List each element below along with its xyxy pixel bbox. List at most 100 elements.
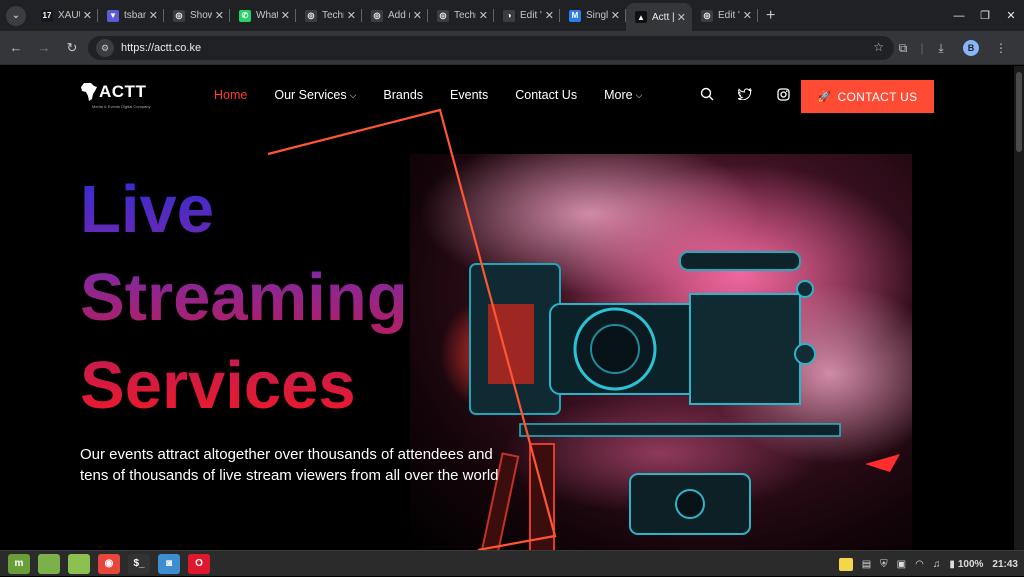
tab-close-icon[interactable]: ✕ <box>215 9 224 22</box>
nav-more-label: More <box>604 88 633 102</box>
nav-home[interactable]: Home <box>214 88 247 102</box>
battery-level: 100% <box>957 558 984 570</box>
forward-icon[interactable]: → <box>30 40 58 55</box>
globe-icon: ◎ <box>371 9 383 22</box>
tab-close-icon[interactable]: ✕ <box>281 9 290 22</box>
nav-events[interactable]: Events <box>450 88 488 102</box>
hero-description: Our events attract altogether over thous… <box>80 446 499 484</box>
site-info-icon[interactable]: ⚙ <box>96 39 114 57</box>
tab[interactable]: ◎ Edit " ✕ <box>692 0 758 31</box>
tab-close-icon[interactable]: ✕ <box>347 9 356 22</box>
nav-our-services-label: Our Services <box>274 88 347 102</box>
actt-favicon: ▲ <box>635 11 647 23</box>
menu-dots-icon[interactable]: ⋮ <box>986 41 1016 55</box>
tradingview-icon: 17 <box>41 9 53 22</box>
profile-avatar[interactable]: B <box>963 40 979 56</box>
volume-icon[interactable]: ♫ <box>933 559 941 570</box>
nav-brands[interactable]: Brands <box>383 88 423 102</box>
twitter-icon[interactable] <box>726 88 764 100</box>
tab-active[interactable]: ▲ Actt | ✕ <box>626 3 692 31</box>
new-tab-icon[interactable]: + <box>766 7 775 25</box>
download-icon[interactable]: ⤓ <box>926 41 956 56</box>
opera-icon[interactable]: O <box>188 553 210 574</box>
tab-close-icon[interactable]: ✕ <box>677 11 686 24</box>
tab-strip: ⌄ 17XAUUS✕▼tsban✕◎Show✕✆What✕◎Techr✕◎Add… <box>0 0 1024 31</box>
clock[interactable]: 21:43 <box>992 559 1018 570</box>
extensions-icon[interactable]: ⧉ <box>888 41 918 56</box>
hero-camera-image <box>410 154 912 550</box>
toolbar-actions: ⧉ | ⤓ B ⋮ <box>888 31 1016 65</box>
tab[interactable]: ✆ What ✕ <box>230 0 296 31</box>
hero-title-line: Live <box>80 166 408 254</box>
tab[interactable]: ◎ Techr✕ <box>428 0 494 31</box>
tab-close-icon[interactable]: ✕ <box>149 9 158 22</box>
tab-search-icon[interactable]: ⌄ <box>6 5 26 26</box>
shield-icon[interactable]: ⛨ <box>880 559 888 570</box>
battery-icon[interactable]: ▮ <box>949 559 955 570</box>
tab[interactable]: ◑ Edit " ✕ <box>494 0 560 31</box>
os-taskbar: m ◉ $_ ◙ O ▤ ⛨ ▣ ◠ ♫ ▮ 100% 21:43 <box>0 550 1024 576</box>
maximize-icon[interactable]: ❐ <box>972 9 998 22</box>
tab-close-icon[interactable]: ✕ <box>479 9 488 22</box>
tab[interactable]: 17 XAUUS✕ <box>32 0 98 31</box>
close-window-icon[interactable]: ✕ <box>998 9 1024 22</box>
address-bar[interactable]: ⚙ https://actt.co.ke ☆ <box>88 36 894 60</box>
nav-contact-us[interactable]: Contact Us <box>515 88 577 102</box>
nav-icon-group <box>688 87 802 101</box>
scrollbar-thumb[interactable] <box>1016 72 1022 152</box>
nav-our-services[interactable]: Our Services ⌵ <box>274 88 356 102</box>
page-scrollbar[interactable] <box>1014 66 1024 550</box>
globe-icon: ◎ <box>305 9 317 22</box>
minimize-icon[interactable]: — <box>946 10 972 22</box>
tab-title: Edit " <box>520 10 542 21</box>
hero-title: Live Streaming Services <box>80 166 408 430</box>
globe-icon: ◎ <box>173 9 185 22</box>
wordpress-icon: ◑ <box>503 9 515 22</box>
tab-close-icon[interactable]: ✕ <box>611 9 620 22</box>
folder-icon[interactable] <box>68 553 90 574</box>
rocket-icon: 🚀 <box>817 91 832 103</box>
site-logo[interactable]: ACTT Media & Events Digital Company <box>80 82 150 109</box>
reload-icon[interactable]: ↻ <box>58 40 86 56</box>
search-icon[interactable] <box>688 87 726 101</box>
nav-more[interactable]: More ⌵ <box>604 88 642 102</box>
tab[interactable]: ◎ Techr✕ <box>296 0 362 31</box>
hero-title-line: Services <box>80 342 408 430</box>
tab-close-icon[interactable]: ✕ <box>413 9 422 22</box>
tab-title: Actt | <box>652 11 674 23</box>
web-page: ACTT Media & Events Digital Company Home… <box>0 66 1014 550</box>
tab-title: Techr <box>322 10 344 21</box>
tab-title: Techr <box>454 10 476 21</box>
chrome-icon[interactable]: ◉ <box>98 553 120 574</box>
tab[interactable]: M Single✕ <box>560 0 626 31</box>
tab-title: Show <box>190 10 212 21</box>
tab[interactable]: ◎ Show ✕ <box>164 0 230 31</box>
tab-title: What <box>256 10 278 21</box>
tab-title: Edit " <box>718 10 740 21</box>
terminal-icon[interactable]: $_ <box>128 553 150 574</box>
globe-icon: ◎ <box>701 9 713 22</box>
back-icon[interactable]: ← <box>2 40 30 55</box>
mint-menu-icon[interactable]: m <box>8 553 30 574</box>
tab-title: Single <box>586 10 608 21</box>
tab-close-icon[interactable]: ✕ <box>545 9 554 22</box>
folder-icon[interactable] <box>38 553 60 574</box>
notes-icon[interactable]: ▣ <box>897 559 906 570</box>
sticky-notes-icon[interactable] <box>838 557 853 571</box>
contact-us-button[interactable]: 🚀 CONTACT US <box>801 80 934 113</box>
chevron-down-icon: ⌵ <box>349 89 357 100</box>
tab-list: 17XAUUS✕▼tsban✕◎Show✕✆What✕◎Techr✕◎Add n… <box>32 0 758 31</box>
whatsapp-icon: ✆ <box>239 9 251 22</box>
tab[interactable]: ◎ Add n✕ <box>362 0 428 31</box>
instagram-icon[interactable] <box>764 87 802 101</box>
taskbar-apps: m ◉ $_ ◙ O <box>0 553 210 574</box>
clipboard-icon[interactable]: ▤ <box>862 559 871 570</box>
hero-title-line: Streaming <box>80 254 408 342</box>
wifi-icon[interactable]: ◠ <box>915 559 924 570</box>
tab-close-icon[interactable]: ✕ <box>743 9 752 22</box>
screenshot-icon[interactable]: ◙ <box>158 553 180 574</box>
bookmark-star-icon[interactable]: ☆ <box>873 40 884 54</box>
tab-close-icon[interactable]: ✕ <box>83 9 92 22</box>
tab[interactable]: ▼ tsban ✕ <box>98 0 164 31</box>
bookmark-icon: ▼ <box>107 9 119 22</box>
